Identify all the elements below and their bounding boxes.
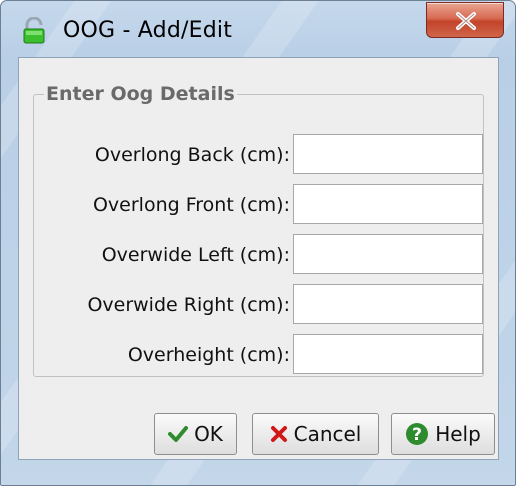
close-button[interactable]	[426, 2, 504, 38]
x-icon	[270, 425, 288, 443]
help-label: Help	[435, 422, 481, 446]
close-icon	[456, 12, 476, 30]
window-title: OOG - Add/Edit	[63, 18, 233, 43]
overlong-back-input[interactable]	[293, 134, 483, 174]
overwide-right-input[interactable]	[293, 284, 483, 324]
svg-text:?: ?	[412, 425, 422, 445]
cancel-label: Cancel	[293, 422, 362, 446]
overwide-left-label: Overwide Left (cm):	[101, 244, 290, 266]
title-bar[interactable]: OOG - Add/Edit	[1, 1, 515, 57]
ok-label: OK	[194, 422, 223, 446]
dialog-window: OOG - Add/Edit Enter Oog Details Overlon…	[0, 0, 516, 486]
group-title: Enter Oog Details	[44, 83, 237, 105]
lock-icon	[21, 16, 47, 45]
overlong-back-label: Overlong Back (cm):	[94, 144, 290, 166]
overwide-left-input[interactable]	[293, 234, 483, 274]
help-button[interactable]: ? Help	[391, 413, 495, 455]
cancel-button[interactable]: Cancel	[252, 413, 379, 455]
check-icon	[168, 425, 189, 443]
overlong-front-input[interactable]	[293, 184, 483, 224]
dialog-body: Enter Oog Details Overlong Back (cm): Ov…	[18, 57, 499, 460]
overheight-input[interactable]	[293, 334, 483, 374]
overwide-right-label: Overwide Right (cm):	[87, 294, 290, 316]
overheight-label: Overheight (cm):	[127, 344, 290, 366]
help-icon: ?	[405, 422, 429, 446]
ok-button[interactable]: OK	[154, 413, 237, 455]
overlong-front-label: Overlong Front (cm):	[92, 194, 290, 216]
